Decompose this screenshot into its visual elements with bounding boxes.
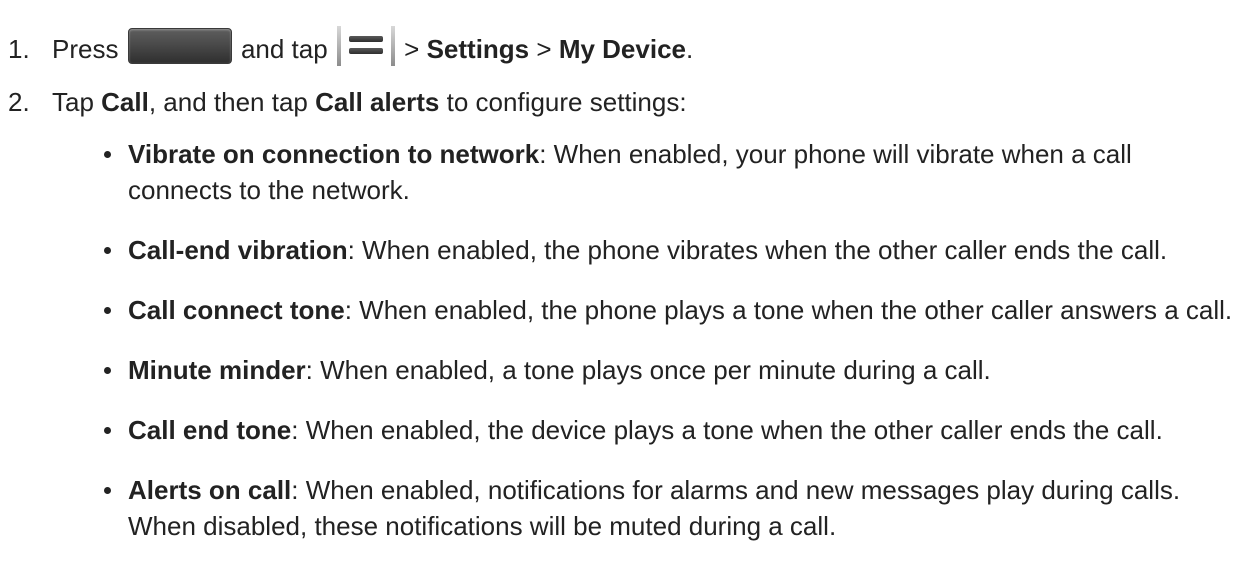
call-term: Call bbox=[101, 87, 149, 117]
menu-key-icon bbox=[336, 26, 395, 66]
bullet-icon bbox=[104, 487, 111, 494]
bullet-icon bbox=[104, 307, 111, 314]
step-text: to configure settings: bbox=[446, 87, 687, 117]
bullet-term: Alerts on call bbox=[128, 475, 292, 505]
bullet-text: : When enabled, a tone plays once per mi… bbox=[305, 355, 991, 385]
call-alerts-term: Call alerts bbox=[315, 87, 440, 117]
bullet-icon bbox=[104, 367, 111, 374]
bullet-term: Call-end vibration bbox=[128, 235, 348, 265]
step-text: and tap bbox=[240, 34, 328, 64]
step-text: > bbox=[536, 34, 552, 64]
bullet-icon bbox=[104, 427, 111, 434]
call-alerts-list: Vibrate on connection to network : When e… bbox=[104, 136, 1240, 568]
step-1: 1. Press and tap > Settings > My Device. bbox=[8, 26, 1238, 67]
list-item: Call end tone: When enabled, the device … bbox=[104, 412, 1240, 448]
list-item: Vibrate on connection to network: When e… bbox=[104, 136, 1240, 208]
step-number: 2. bbox=[8, 87, 30, 117]
list-item: Minute minder: When enabled, a tone play… bbox=[104, 352, 1240, 388]
instruction-document: 1. Press and tap > Settings > My Device. … bbox=[0, 0, 1248, 579]
bullet-icon bbox=[104, 151, 111, 158]
list-item: Alerts on call: When enabled, notificati… bbox=[104, 472, 1240, 544]
bullet-term: Call end tone bbox=[128, 415, 292, 445]
bullet-text: : When enabled, the phone plays a tone w… bbox=[344, 295, 1233, 325]
step-text: Tap bbox=[52, 87, 94, 117]
home-key-icon bbox=[127, 28, 232, 64]
step-text: , and then tap bbox=[148, 87, 308, 117]
bullet-text: : When enabled, the phone vibrates when … bbox=[347, 235, 1168, 265]
bullet-term: Call connect tone bbox=[128, 295, 345, 325]
settings-term: Settings bbox=[426, 34, 530, 64]
bullet-text: : When enabled, the device plays a tone … bbox=[291, 415, 1163, 445]
step-text: . bbox=[686, 34, 694, 64]
list-item: Call connect tone: When enabled, the pho… bbox=[104, 292, 1240, 328]
bullet-icon bbox=[104, 247, 111, 254]
my-device-term: My Device bbox=[558, 34, 686, 64]
step-text: Press bbox=[52, 34, 119, 64]
bullet-term: Vibrate on connection to network bbox=[128, 139, 540, 169]
step-2: 2. Tap Call, and then tap Call alerts to … bbox=[8, 84, 1238, 120]
list-item: Call-end vibration: When enabled, the ph… bbox=[104, 232, 1240, 268]
step-number: 1. bbox=[8, 34, 30, 64]
step-text: > bbox=[404, 34, 420, 64]
bullet-term: Minute minder bbox=[128, 355, 306, 385]
